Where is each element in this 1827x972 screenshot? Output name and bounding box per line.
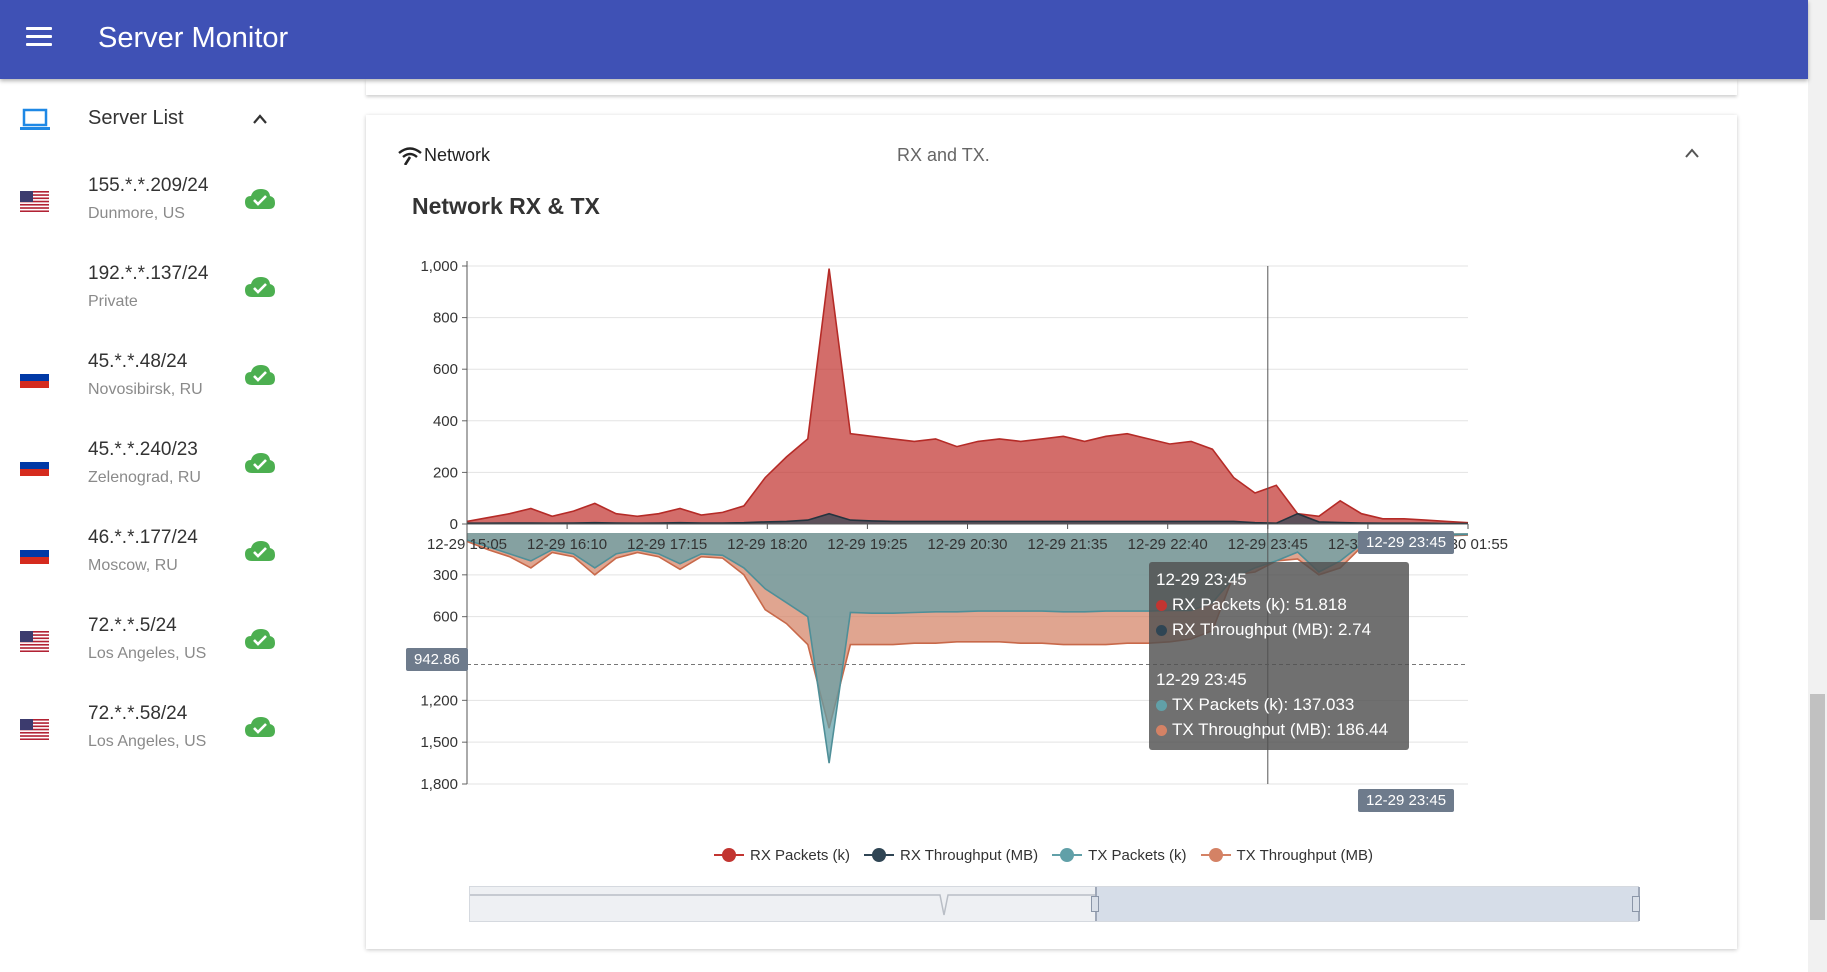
server-list-item[interactable]: 192.*.*.137/24 Private [0, 245, 305, 333]
scrollbar-thumb[interactable] [1810, 694, 1825, 920]
server-location: Dunmore, US [88, 205, 185, 222]
cloud-check-icon [244, 364, 276, 391]
server-ip: 46.*.*.177/24 [88, 527, 198, 548]
tooltip-rx-packets: RX Packets (k): 51.818 [1156, 595, 1347, 615]
tooltip-time-2: 12-29 23:45 [1156, 670, 1247, 689]
card-title: Network [424, 145, 491, 165]
menu-icon[interactable] [26, 27, 52, 49]
flag-placeholder [20, 279, 49, 300]
chart-legend: RX Packets (k) RX Throughput (MB) TX Pac… [714, 843, 1387, 867]
server-location: Moscow, RU [88, 557, 178, 574]
chart-tooltip: 12-29 23:45 RX Packets (k): 51.818 RX Th… [1149, 562, 1409, 750]
zoom-handle-left[interactable] [1091, 896, 1099, 912]
legend-tx-throughput-label: TX Throughput (MB) [1236, 846, 1373, 864]
server-list-item[interactable]: 46.*.*.177/24 Moscow, RU [0, 509, 305, 597]
legend-rx-throughput-label: RX Throughput (MB) [900, 846, 1039, 864]
page-scrollbar[interactable] [1808, 0, 1827, 972]
flag-us-icon [20, 719, 49, 741]
legend-rx-packets-icon [714, 847, 744, 863]
axis-pointer-y-label: 942.86 [406, 648, 468, 671]
zoom-selected-range[interactable] [1095, 887, 1640, 921]
previous-card [366, 79, 1737, 95]
cloud-check-icon [244, 716, 276, 743]
app-title: Server Monitor [98, 22, 289, 54]
sidebar: Server List 155.*.*.209/24 Dunmore, US 192… [0, 79, 305, 972]
legend-tx-throughput-icon [1200, 847, 1231, 863]
server-list-label: Server List [88, 107, 184, 129]
tooltip-rx-packets-text: RX Packets (k): 51.818 [1172, 595, 1347, 614]
tooltip-tx-throughput: TX Throughput (MB): 186.44 [1156, 720, 1388, 740]
server-location: Los Angeles, US [88, 645, 207, 662]
network-card-header[interactable]: Network RX and TX. [366, 115, 1737, 195]
laptop-icon [20, 108, 50, 130]
cloud-check-icon [244, 276, 276, 303]
tooltip-rx-throughput-text: RX Throughput (MB): 2.74 [1172, 620, 1372, 639]
cloud-check-icon [244, 628, 276, 655]
server-list-item[interactable]: 155.*.*.209/24 Dunmore, US [0, 157, 305, 245]
legend-rx-throughput[interactable]: RX Throughput (MB) [864, 847, 1038, 864]
server-ip: 192.*.*.137/24 [88, 263, 209, 284]
legend-tx-packets-icon [1052, 847, 1083, 863]
cloud-check-icon [244, 452, 276, 479]
flag-ru-icon [20, 543, 49, 564]
tooltip-tx-throughput-text: TX Throughput (MB): 186.44 [1172, 720, 1389, 739]
server-location: Zelenograd, RU [88, 469, 201, 486]
server-ip: 45.*.*.240/23 [88, 439, 198, 460]
server-list-item[interactable]: 45.*.*.240/23 Zelenograd, RU [0, 421, 305, 509]
card-subtitle: RX and TX. [897, 145, 990, 165]
axis-pointer-x-label-top: 12-29 23:45 [1358, 531, 1455, 554]
flag-us-icon [20, 631, 49, 653]
server-ip: 45.*.*.48/24 [88, 351, 188, 372]
chevron-up-icon [253, 114, 267, 124]
flag-ru-icon [20, 367, 49, 388]
tx-packets-dot-icon [1156, 700, 1167, 711]
server-list-item[interactable]: 72.*.*.5/24 Los Angeles, US [0, 597, 305, 685]
flag-us-icon [20, 191, 49, 213]
tooltip-tx-packets: TX Packets (k): 137.033 [1156, 695, 1354, 715]
legend-tx-packets-label: TX Packets (k) [1088, 846, 1187, 864]
tooltip-tx-packets-text: TX Packets (k): 137.033 [1172, 695, 1355, 714]
tooltip-rx-throughput: RX Throughput (MB): 2.74 [1156, 620, 1371, 640]
rx-throughput-dot-icon [1156, 625, 1167, 636]
server-location: Private [88, 293, 138, 310]
legend-rx-packets[interactable]: RX Packets (k) [714, 847, 850, 864]
chart-title: Network RX & TX [412, 193, 600, 219]
server-list-item[interactable]: 72.*.*.58/24 Los Angeles, US [0, 685, 305, 773]
legend-tx-packets[interactable]: TX Packets (k) [1052, 846, 1187, 864]
server-location: Novosibirsk, RU [88, 381, 203, 398]
network-icon [398, 147, 422, 165]
legend-tx-throughput[interactable]: TX Throughput (MB) [1200, 846, 1373, 864]
server-location: Los Angeles, US [88, 733, 207, 750]
cloud-check-icon [244, 540, 276, 567]
server-list-toggle[interactable]: Server List [0, 79, 305, 157]
rx-packets-dot-icon [1156, 600, 1167, 611]
server-ip: 72.*.*.5/24 [88, 615, 177, 636]
legend-rx-throughput-icon [864, 847, 895, 863]
data-zoom-slider[interactable] [469, 886, 1640, 922]
server-list-item[interactable]: 45.*.*.48/24 Novosibirsk, RU [0, 333, 305, 421]
axis-pointer-x-label-bottom: 12-29 23:45 [1358, 789, 1455, 812]
server-ip: 72.*.*.58/24 [88, 703, 188, 724]
network-card: Network RX and TX. Network RX & TX [366, 115, 1737, 949]
flag-ru-icon [20, 455, 49, 476]
chevron-up-icon [1685, 148, 1699, 158]
legend-rx-packets-label: RX Packets (k) [750, 846, 851, 864]
zoom-handle-right[interactable] [1632, 896, 1640, 912]
tx-throughput-dot-icon [1156, 725, 1167, 736]
tooltip-time-1: 12-29 23:45 [1156, 570, 1247, 589]
cloud-check-icon [244, 188, 276, 215]
app-bar: Server Monitor [0, 0, 1808, 79]
server-ip: 155.*.*.209/24 [88, 175, 209, 196]
